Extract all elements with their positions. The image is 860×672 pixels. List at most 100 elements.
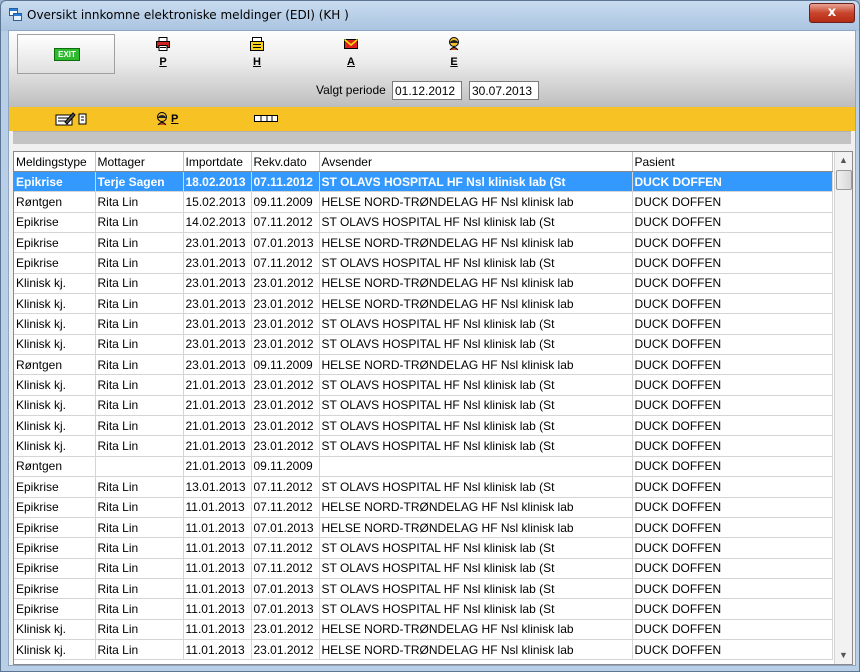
table-row[interactable]: Klinisk kj. Rita Lin 11.01.2013 23.01.2012 H…: [14, 639, 833, 661]
table-cell: 09.11.2009: [251, 191, 320, 213]
table-cell: 23.01.2012: [251, 334, 320, 356]
table-cell: Rita Lin: [95, 476, 184, 498]
date-from-input[interactable]: [392, 81, 462, 100]
exit-sign-icon: EXIT: [54, 48, 80, 61]
table-row[interactable]: Epikrise Rita Lin 13.01.2013 07.11.2012 ST O…: [14, 476, 833, 498]
table-cell: DUCK DOFFEN: [632, 435, 833, 457]
scroll-up-arrow-icon[interactable]: ▲: [835, 152, 852, 169]
column-header[interactable]: Mottager: [95, 152, 184, 172]
table-cell: ST OLAVS HOSPITAL HF Nsl klinisk lab (St: [319, 334, 633, 356]
table-row[interactable]: Epikrise Rita Lin 11.01.2013 07.01.2013 ST O…: [14, 598, 833, 620]
app-window: Oversikt innkomne elektroniske meldinger…: [0, 0, 860, 672]
table-cell: Epikrise: [14, 497, 96, 518]
table-row[interactable]: Epikrise Rita Lin 14.02.2013 07.11.2012 ST O…: [14, 212, 833, 234]
table-cell: 23.01.2012: [251, 313, 320, 335]
table-row[interactable]: Epikrise Rita Lin 11.01.2013 07.11.2012 ST O…: [14, 537, 833, 559]
table-cell: Rita Lin: [95, 598, 184, 620]
table-row[interactable]: Klinisk kj. Rita Lin 23.01.2013 23.01.2012 H…: [14, 293, 833, 315]
table-cell: DUCK DOFFEN: [632, 374, 833, 396]
table-row[interactable]: Klinisk kj. Rita Lin 21.01.2013 23.01.2012 S…: [14, 374, 833, 396]
table-row[interactable]: Epikrise Rita Lin 11.01.2013 07.11.2012 ST O…: [14, 558, 833, 579]
close-button[interactable]: x: [809, 3, 855, 23]
table-cell: DUCK DOFFEN: [632, 273, 833, 295]
table-cell: 23.01.2013: [183, 293, 252, 315]
table-cell: 07.01.2013: [251, 598, 320, 620]
column-header[interactable]: Avsender: [319, 152, 633, 172]
table-cell: Rita Lin: [95, 435, 184, 457]
table-row[interactable]: Epikrise Rita Lin 23.01.2013 07.11.2012 ST O…: [14, 252, 833, 274]
table-row[interactable]: Epikrise Rita Lin 11.01.2013 07.01.2013 HELS…: [14, 517, 833, 539]
table-cell: ST OLAVS HOSPITAL HF Nsl klinisk lab (St: [319, 171, 633, 193]
table-cell: 14.02.2013: [183, 212, 252, 234]
table-cell: Rita Lin: [95, 293, 184, 315]
mail-button[interactable]: A: [331, 37, 371, 68]
date-to-input[interactable]: [469, 81, 539, 100]
table-cell: Epikrise: [14, 598, 96, 620]
table-cell: HELSE NORD-TRØNDELAG HF Nsl klinisk lab: [319, 639, 633, 661]
print-button[interactable]: P: [143, 37, 183, 68]
table-cell: 23.01.2012: [251, 395, 320, 417]
table-row[interactable]: Epikrise Rita Lin 23.01.2013 07.01.2013 HELS…: [14, 232, 833, 254]
person-button[interactable]: E: [434, 37, 474, 68]
table-cell: ST OLAVS HOSPITAL HF Nsl klinisk lab (St: [319, 374, 633, 396]
column-header[interactable]: Importdate: [183, 152, 252, 172]
table-cell: 23.01.2012: [251, 293, 320, 315]
card-reader-icon[interactable]: [253, 112, 279, 126]
table-cell: 23.01.2013: [183, 354, 252, 376]
table-cell: HELSE NORD-TRØNDELAG HF Nsl klinisk lab: [319, 619, 633, 640]
table-cell: HELSE NORD-TRØNDELAG HF Nsl klinisk lab: [319, 293, 633, 315]
table-cell: ST OLAVS HOSPITAL HF Nsl klinisk lab (St: [319, 415, 633, 437]
table-row[interactable]: Klinisk kj. Rita Lin 23.01.2013 23.01.2012 H…: [14, 273, 833, 295]
table-row[interactable]: Klinisk kj. Rita Lin 21.01.2013 23.01.2012 S…: [14, 415, 833, 437]
table-row[interactable]: Epikrise Rita Lin 11.01.2013 07.01.2013 ST O…: [14, 578, 833, 600]
table-cell: DUCK DOFFEN: [632, 313, 833, 335]
table-cell: Klinisk kj.: [14, 334, 96, 356]
table-cell: 23.01.2013: [183, 232, 252, 254]
table-cell: Epikrise: [14, 537, 96, 559]
exit-button[interactable]: EXIT: [17, 34, 115, 74]
patient-button[interactable]: P: [155, 112, 178, 126]
table-cell: Rita Lin: [95, 273, 184, 295]
column-header[interactable]: Meldingstype: [14, 152, 96, 172]
table-row[interactable]: Røntgen Rita Lin 23.01.2013 09.11.2009 HELSE…: [14, 354, 833, 376]
table-row[interactable]: Klinisk kj. Rita Lin 23.01.2013 23.01.2012 S…: [14, 334, 833, 356]
table-cell: Rita Lin: [95, 212, 184, 234]
table-cell: Rita Lin: [95, 497, 184, 518]
table-row[interactable]: Klinisk kj. Rita Lin 21.01.2013 23.01.2012 S…: [14, 435, 833, 457]
table-cell: 07.01.2013: [251, 517, 320, 539]
title-bar[interactable]: Oversikt innkomne elektroniske meldinger…: [1, 1, 859, 29]
edit-document-icon[interactable]: [55, 112, 91, 126]
table-cell: Rita Lin: [95, 334, 184, 356]
table-cell: 21.01.2013: [183, 456, 252, 478]
column-header[interactable]: Rekv.dato: [251, 152, 320, 172]
table-cell: Rita Lin: [95, 191, 184, 213]
print-button-label: P: [159, 56, 167, 68]
table-cell: DUCK DOFFEN: [632, 578, 833, 600]
table-cell: HELSE NORD-TRØNDELAG HF Nsl klinisk lab: [319, 232, 633, 254]
table-cell: 09.11.2009: [251, 354, 320, 376]
table-cell: Epikrise: [14, 212, 96, 234]
table-cell: DUCK DOFFEN: [632, 293, 833, 315]
table-cell: 11.01.2013: [183, 619, 252, 640]
table-cell: 07.11.2012: [251, 212, 320, 234]
table-cell: 09.11.2009: [251, 456, 320, 478]
table-row[interactable]: Klinisk kj. Rita Lin 11.01.2013 23.01.2012 H…: [14, 619, 833, 640]
table-row[interactable]: Klinisk kj. Rita Lin 23.01.2013 23.01.2012 S…: [14, 313, 833, 335]
table-cell: DUCK DOFFEN: [632, 497, 833, 518]
table-row[interactable]: Epikrise Rita Lin 11.01.2013 07.11.2012 HELS…: [14, 497, 833, 518]
message-table[interactable]: Meldingstype Mottager Importdate Rekv.dato A…: [13, 151, 853, 665]
table-cell: Epikrise: [14, 578, 96, 600]
table-cell: Klinisk kj.: [14, 639, 96, 661]
table-cell: Klinisk kj.: [14, 293, 96, 315]
history-button[interactable]: H: [237, 37, 277, 68]
table-row[interactable]: Røntgen Rita Lin 15.02.2013 09.11.2009 HELSE…: [14, 191, 833, 213]
scrollbar-thumb[interactable]: [836, 170, 852, 190]
table-cell: Rita Lin: [95, 537, 184, 559]
table-row[interactable]: Røntgen 21.01.2013 09.11.2009 DUCK DOFFEN: [14, 456, 833, 478]
table-cell: Rita Lin: [95, 517, 184, 539]
vertical-scrollbar[interactable]: ▲ ▼: [834, 152, 852, 664]
table-row[interactable]: Klinisk kj. Rita Lin 21.01.2013 23.01.2012 S…: [14, 395, 833, 417]
column-header[interactable]: Pasient: [632, 152, 833, 172]
scroll-down-arrow-icon[interactable]: ▼: [835, 647, 852, 664]
table-row[interactable]: Epikrise Terje Sagen 18.02.2013 07.11.2012 S…: [14, 171, 833, 193]
